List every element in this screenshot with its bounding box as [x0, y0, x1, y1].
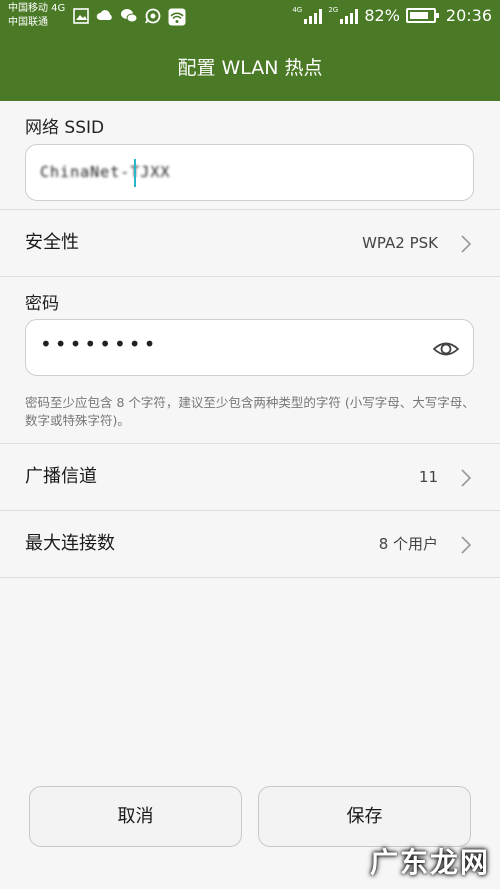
carrier-2: 中国联通	[8, 17, 48, 28]
security-value: WPA2 PSK	[362, 234, 438, 252]
carrier-info: 中国移动 4G 中国联通	[8, 2, 65, 30]
battery-icon	[405, 8, 439, 23]
password-input[interactable]: ••••••••	[25, 319, 474, 376]
security-row[interactable]: 安全性 WPA2 PSK	[0, 210, 500, 276]
cancel-button[interactable]: 取消	[29, 786, 242, 847]
ssid-value: ChinaNet-TJXX	[40, 163, 171, 181]
channel-row[interactable]: 广播信道 11	[0, 444, 500, 510]
page-title: 配置 WLAN 热点	[0, 36, 500, 101]
ssid-input[interactable]: ChinaNet-TJXX	[25, 144, 474, 201]
channel-label: 广播信道	[25, 466, 97, 487]
divider	[0, 276, 500, 277]
chat-icon	[144, 8, 162, 26]
status-bar: 中国移动 4G 中国联通 4G 2G 82% 20:36	[0, 0, 500, 36]
image-icon	[72, 8, 90, 26]
eye-icon[interactable]	[433, 336, 459, 362]
battery-fill	[409, 12, 428, 19]
channel-value: 11	[418, 468, 438, 486]
notification-icons	[72, 8, 186, 26]
max-connections-row[interactable]: 最大连接数 8 个用户	[0, 511, 500, 577]
chevron-right-icon	[461, 235, 472, 253]
security-label: 安全性	[25, 232, 79, 253]
password-value: ••••••••	[40, 332, 159, 356]
wifi-hotspot-icon	[168, 8, 186, 26]
sim2-network: 2G	[328, 5, 339, 14]
cloud-icon	[96, 8, 114, 26]
max-connections-label: 最大连接数	[25, 533, 115, 554]
password-label: 密码	[25, 294, 59, 314]
status-right: 4G 2G 82% 20:36	[292, 5, 492, 26]
sim1-signal-icon: 4G	[292, 5, 323, 24]
ssid-label: 网络 SSID	[25, 118, 105, 138]
sim1-network: 4G	[292, 5, 303, 14]
chevron-right-icon	[461, 469, 472, 487]
watermark-logo: 广东龙网	[369, 846, 490, 879]
clock: 20:36	[445, 6, 492, 25]
password-hint: 密码至少应包含 8 个字符，建议至少包含两种类型的字符 (小写字母、大写字母、数…	[25, 395, 475, 428]
text-cursor	[134, 159, 136, 187]
carrier-1: 中国移动 4G	[8, 3, 66, 14]
chevron-right-icon	[461, 536, 472, 554]
sim2-signal-icon: 2G	[328, 5, 359, 24]
save-button[interactable]: 保存	[258, 786, 471, 847]
wechat-icon	[120, 8, 138, 26]
divider	[0, 577, 500, 578]
battery-percent: 82%	[364, 6, 400, 25]
max-connections-value: 8 个用户	[378, 535, 438, 553]
